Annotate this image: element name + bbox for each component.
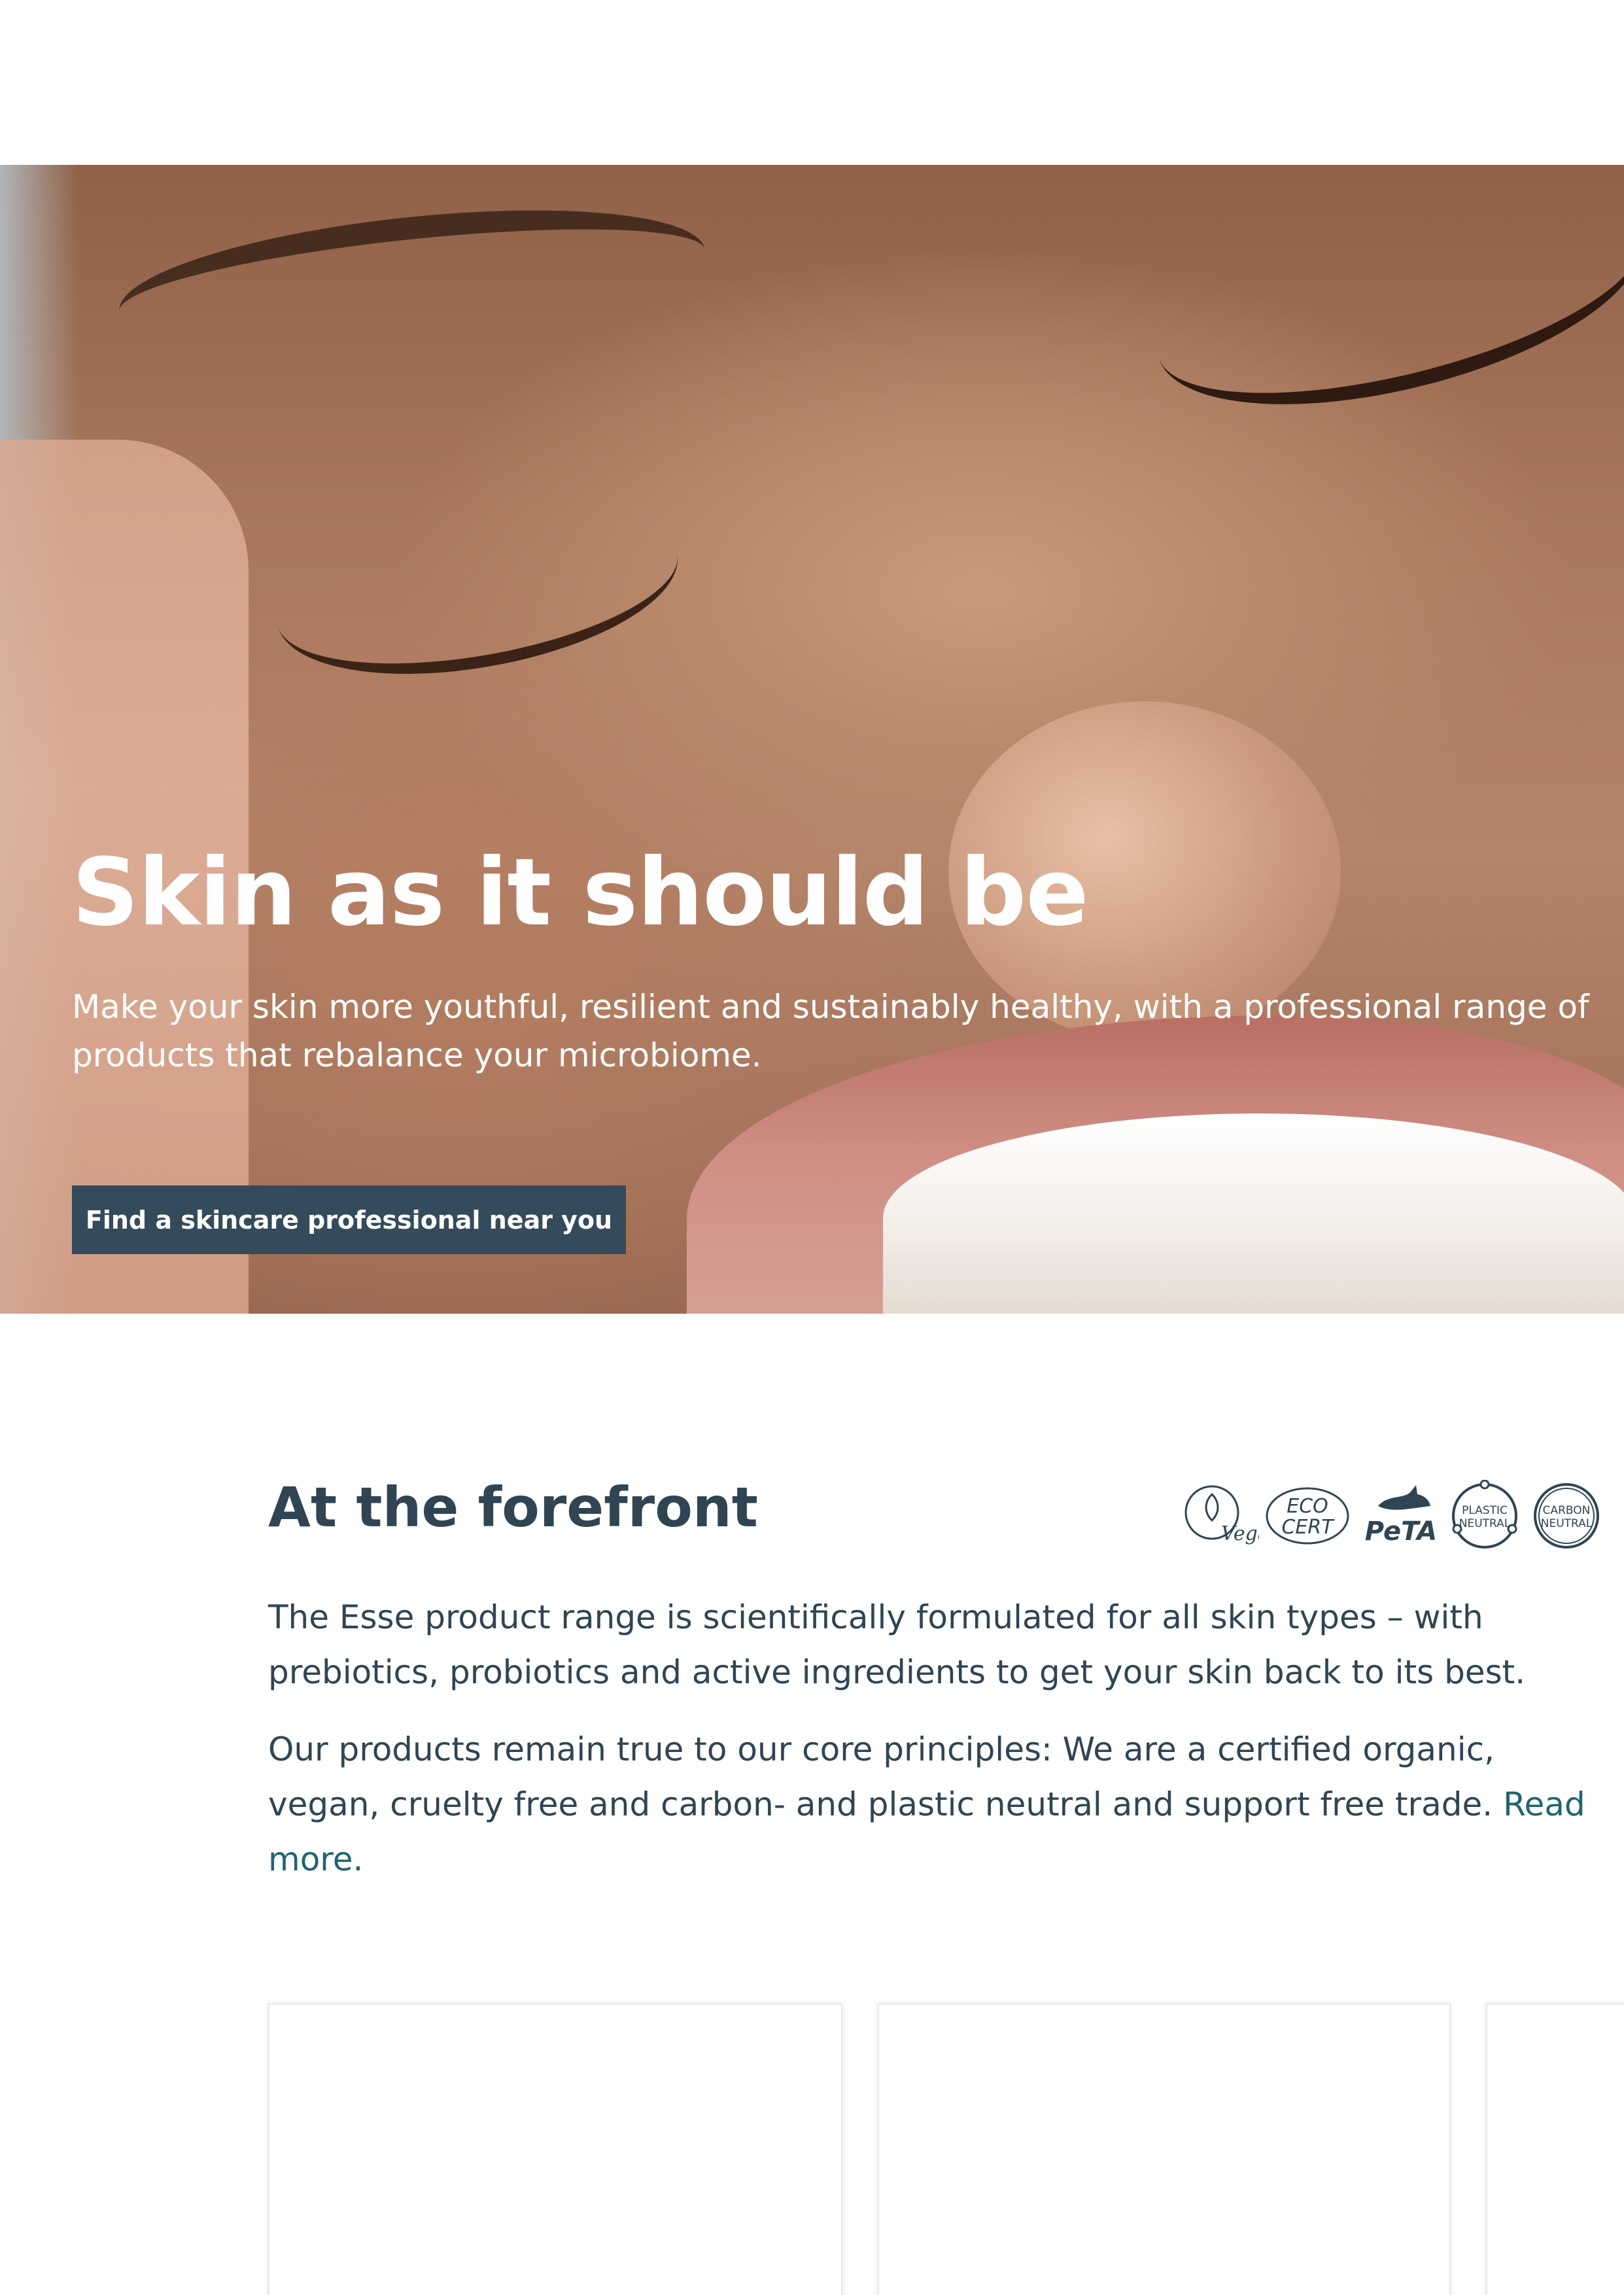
peta-badge-label: PeTA bbox=[1365, 1516, 1437, 1547]
ecocert-badge-icon: ECO CERT bbox=[1266, 1487, 1349, 1545]
find-professional-button[interactable]: Find a skincare professional near you bbox=[72, 1185, 626, 1254]
product-card[interactable] bbox=[1486, 2003, 1624, 2295]
ecocert-line-1: ECO bbox=[1287, 1495, 1328, 1518]
hero-subtitle: Make your skin more youthful, resilient … bbox=[72, 988, 1589, 1074]
carbon-neutral-badge-icon: CARBON NEUTRAL bbox=[1534, 1483, 1599, 1549]
hero-banner: Skin as it should be Make your skin more… bbox=[0, 165, 1624, 1314]
carbon-neutral-line-1: CARBON bbox=[1543, 1504, 1591, 1517]
certification-badges: Vegan ECO CERT PeTA PLASTIC NEUTRAL CARB… bbox=[1181, 1480, 1606, 1552]
hero-image-eye-right bbox=[1136, 165, 1624, 446]
vegan-badge-icon: Vegan bbox=[1184, 1485, 1259, 1545]
hero-image-teeth bbox=[883, 1113, 1624, 1314]
plastic-neutral-line-2: NEUTRAL bbox=[1459, 1517, 1511, 1530]
hero-image-eye-left bbox=[264, 477, 691, 702]
ecocert-line-2: CERT bbox=[1281, 1516, 1335, 1539]
vegan-badge-label: Vegan bbox=[1221, 1522, 1259, 1545]
page: Skin as it should be Make your skin more… bbox=[0, 0, 1624, 2295]
plastic-neutral-badge-icon: PLASTIC NEUTRAL bbox=[1452, 1480, 1517, 1549]
hero-title: Skin as it should be bbox=[72, 839, 1089, 947]
principles-paragraph: Our products remain true to our core pri… bbox=[268, 1722, 1609, 1887]
principles-text: Our products remain true to our core pri… bbox=[268, 1730, 1494, 1823]
intro-paragraph: The Esse product range is scientifically… bbox=[268, 1598, 1526, 1691]
carbon-neutral-line-2: NEUTRAL bbox=[1541, 1517, 1593, 1530]
peta-badge-icon: PeTA bbox=[1365, 1485, 1437, 1547]
product-card[interactable] bbox=[268, 2003, 842, 2295]
product-card[interactable] bbox=[878, 2003, 1451, 2295]
section-title: At the forefront bbox=[268, 1475, 758, 1539]
plastic-neutral-line-1: PLASTIC bbox=[1462, 1504, 1508, 1517]
hero-image-brow bbox=[112, 186, 712, 375]
